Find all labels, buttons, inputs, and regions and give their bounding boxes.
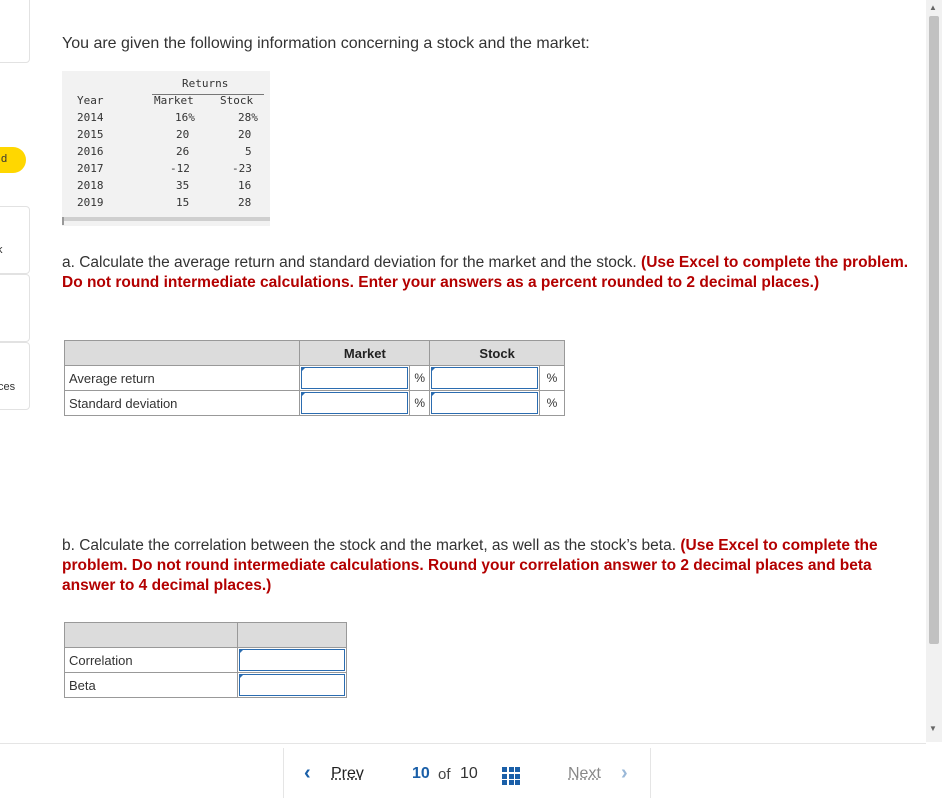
footer-divider-left <box>283 748 284 798</box>
intro-text: You are given the following information … <box>62 35 590 52</box>
grid-a-col-market: Market <box>299 340 431 366</box>
sidebar-card-top[interactable] <box>0 0 30 63</box>
row-label-correlation: Correlation <box>64 647 238 673</box>
next-button[interactable]: Next <box>568 765 601 783</box>
sidebar-pill[interactable]: d <box>0 147 26 173</box>
col-header-year: Year <box>77 94 104 107</box>
market-average-input[interactable] <box>301 367 409 389</box>
input-marker-icon <box>238 649 244 654</box>
scroll-down-arrow-icon[interactable]: ▼ <box>929 724 937 733</box>
year-cell: 2017 <box>77 162 104 175</box>
market-cell: 35 <box>176 179 190 192</box>
market-cell: 15 <box>176 196 190 209</box>
stock-average-cell <box>429 365 540 391</box>
year-cell: 2016 <box>77 145 104 158</box>
market-std-input[interactable] <box>301 392 409 414</box>
year-cell: 2019 <box>77 196 104 209</box>
table-scroll-tick <box>62 217 64 225</box>
year-cell: 2015 <box>77 128 104 141</box>
grid-a-col-stock: Stock <box>429 340 565 366</box>
input-marker-icon <box>431 367 437 372</box>
sidebar-pill-label: d <box>1 153 8 165</box>
col-header-market: Market <box>154 94 194 107</box>
grid-b-row-beta: Beta <box>64 672 347 698</box>
col-header-stock: Stock <box>220 94 254 107</box>
stock-cell: -23 <box>232 162 252 175</box>
market-cell: 20 <box>176 128 190 141</box>
stock-std-cell <box>429 390 540 416</box>
grid-b-header-cell <box>236 622 347 648</box>
current-page-number: 10 <box>412 765 430 782</box>
prev-chevron-icon[interactable]: ‹ <box>304 762 311 785</box>
market-average-cell <box>299 365 411 391</box>
market-cell: 26 <box>176 145 190 158</box>
beta-cell <box>236 672 347 698</box>
input-marker-icon <box>431 392 437 397</box>
input-marker-icon <box>238 674 244 679</box>
stock-cell: 20 <box>238 128 252 141</box>
percent-sign: % <box>409 390 431 416</box>
answer-grid-a: Market Stock Average return % % Standard… <box>63 340 566 416</box>
row-label-standard-deviation: Standard deviation <box>63 390 301 416</box>
percent-sign: % <box>409 365 431 391</box>
question-grid-icon[interactable] <box>502 767 520 785</box>
correlation-input[interactable] <box>238 649 345 671</box>
sidebar-item-label: ces <box>0 381 16 393</box>
footer-divider-right <box>650 748 651 798</box>
prev-button[interactable]: Prev <box>331 765 364 783</box>
returns-data-table: Returns Year Market Stock 2014 16% 28% 2… <box>62 71 270 226</box>
stock-cell: 16 <box>238 179 252 192</box>
scroll-up-arrow-icon[interactable]: ▲ <box>929 3 937 12</box>
correlation-cell <box>236 647 347 673</box>
next-chevron-icon[interactable]: › <box>621 762 628 785</box>
year-cell: 2018 <box>77 179 104 192</box>
row-label-beta: Beta <box>64 672 238 698</box>
sidebar-card-3[interactable] <box>0 274 30 342</box>
market-cell: -12 <box>170 162 190 175</box>
row-label-average-return: Average return <box>63 365 301 391</box>
footer-divider <box>0 743 926 744</box>
answer-grid-b: Correlation Beta <box>64 622 347 698</box>
beta-input[interactable] <box>238 674 345 696</box>
question-a-text: a. Calculate the average return and stan… <box>62 254 637 271</box>
grid-a-row-average: Average return % % <box>63 365 566 391</box>
total-page-number: 10 <box>460 765 478 782</box>
table-scroll-bar[interactable] <box>62 217 270 221</box>
scrollbar-thumb[interactable] <box>929 16 939 644</box>
sidebar-item-label: k <box>0 244 3 256</box>
market-cell: 16% <box>175 111 195 124</box>
year-cell: 2014 <box>77 111 104 124</box>
question-a: a. Calculate the average return and stan… <box>62 253 922 293</box>
percent-sign: % <box>538 365 566 391</box>
market-std-cell <box>299 390 411 416</box>
stock-average-input[interactable] <box>431 367 538 389</box>
grid-b-row-correlation: Correlation <box>64 647 347 673</box>
stock-cell: 28 <box>238 196 252 209</box>
returns-group-header: Returns <box>182 77 229 90</box>
sidebar-card-2[interactable] <box>0 206 30 274</box>
question-b-text: b. Calculate the correlation between the… <box>62 537 677 554</box>
grid-b-header-row <box>64 622 347 648</box>
stock-std-input[interactable] <box>431 392 538 414</box>
question-b: b. Calculate the correlation between the… <box>62 536 922 596</box>
percent-sign: % <box>538 390 566 416</box>
stock-cell: 5 <box>245 145 252 158</box>
input-marker-icon <box>301 392 307 397</box>
sidebar-card-4[interactable] <box>0 342 30 410</box>
grid-b-corner-cell <box>64 622 238 648</box>
stock-cell: 28% <box>238 111 258 124</box>
grid-a-corner-cell <box>63 340 301 366</box>
page-of-label: of <box>438 766 451 783</box>
input-marker-icon <box>301 367 307 372</box>
grid-a-row-std: Standard deviation % % <box>63 390 566 416</box>
grid-a-header-row: Market Stock <box>63 340 565 366</box>
